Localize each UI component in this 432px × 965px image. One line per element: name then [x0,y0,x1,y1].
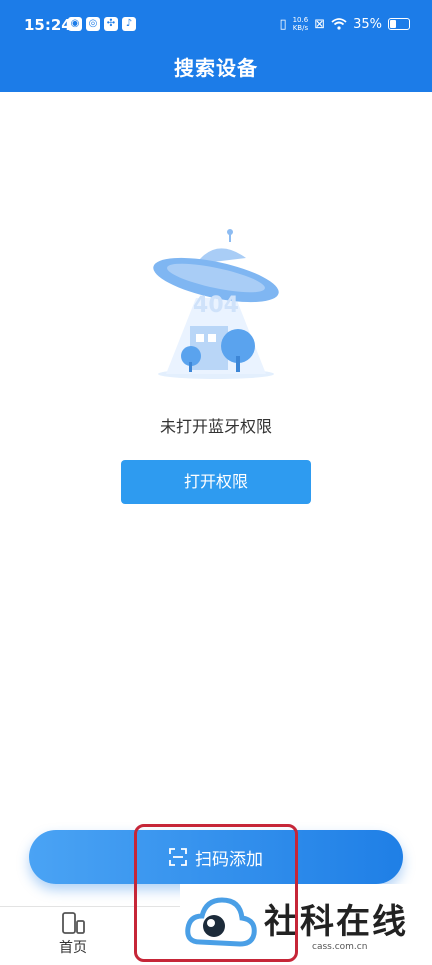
battery-icon [388,18,410,30]
open-permission-button[interactable]: 打开权限 [121,460,311,504]
chrome-icon: ◎ [86,17,100,31]
status-time: 15:24 [24,16,72,34]
page-title: 搜索设备 [174,56,258,80]
weibo-icon: ◉ [68,17,82,31]
net-unit: KB/s [292,24,309,32]
network-icon: 10.6 KB/s [293,16,309,32]
annotation-highlight-box [134,824,298,962]
watermark-url: cass.com.cn [312,942,368,952]
net-speed: 10.6 [292,16,309,24]
status-app-icons: ◉ ◎ ✣ ♪ [68,17,136,31]
tiktok-icon: ♪ [122,17,136,31]
pinwheel-icon: ✣ [104,17,118,31]
device-icon [62,912,85,934]
wifi-icon [331,18,347,30]
tab-home[interactable]: 首页 [46,911,100,957]
ufo-404-illustration: 404 [153,229,279,379]
tab-home-label: 首页 [59,940,87,956]
battery-percent: 35% [353,16,382,32]
vibrate-icon: ▯ [279,16,287,32]
sim-off-icon: ⊠ [314,16,326,32]
status-right: ▯ 10.6 KB/s ⊠ 35% [279,16,410,32]
illustration-404-text: 404 [193,293,239,318]
battery-fill [390,20,396,28]
bluetooth-permission-message: 未打开蓝牙权限 [159,417,272,436]
app-header: 15:24 ◉ ◎ ✣ ♪ ▯ 10.6 KB/s ⊠ 35% 搜索设备 [0,0,432,92]
status-bar: 15:24 ◉ ◎ ✣ ♪ ▯ 10.6 KB/s ⊠ 35% [0,0,432,50]
